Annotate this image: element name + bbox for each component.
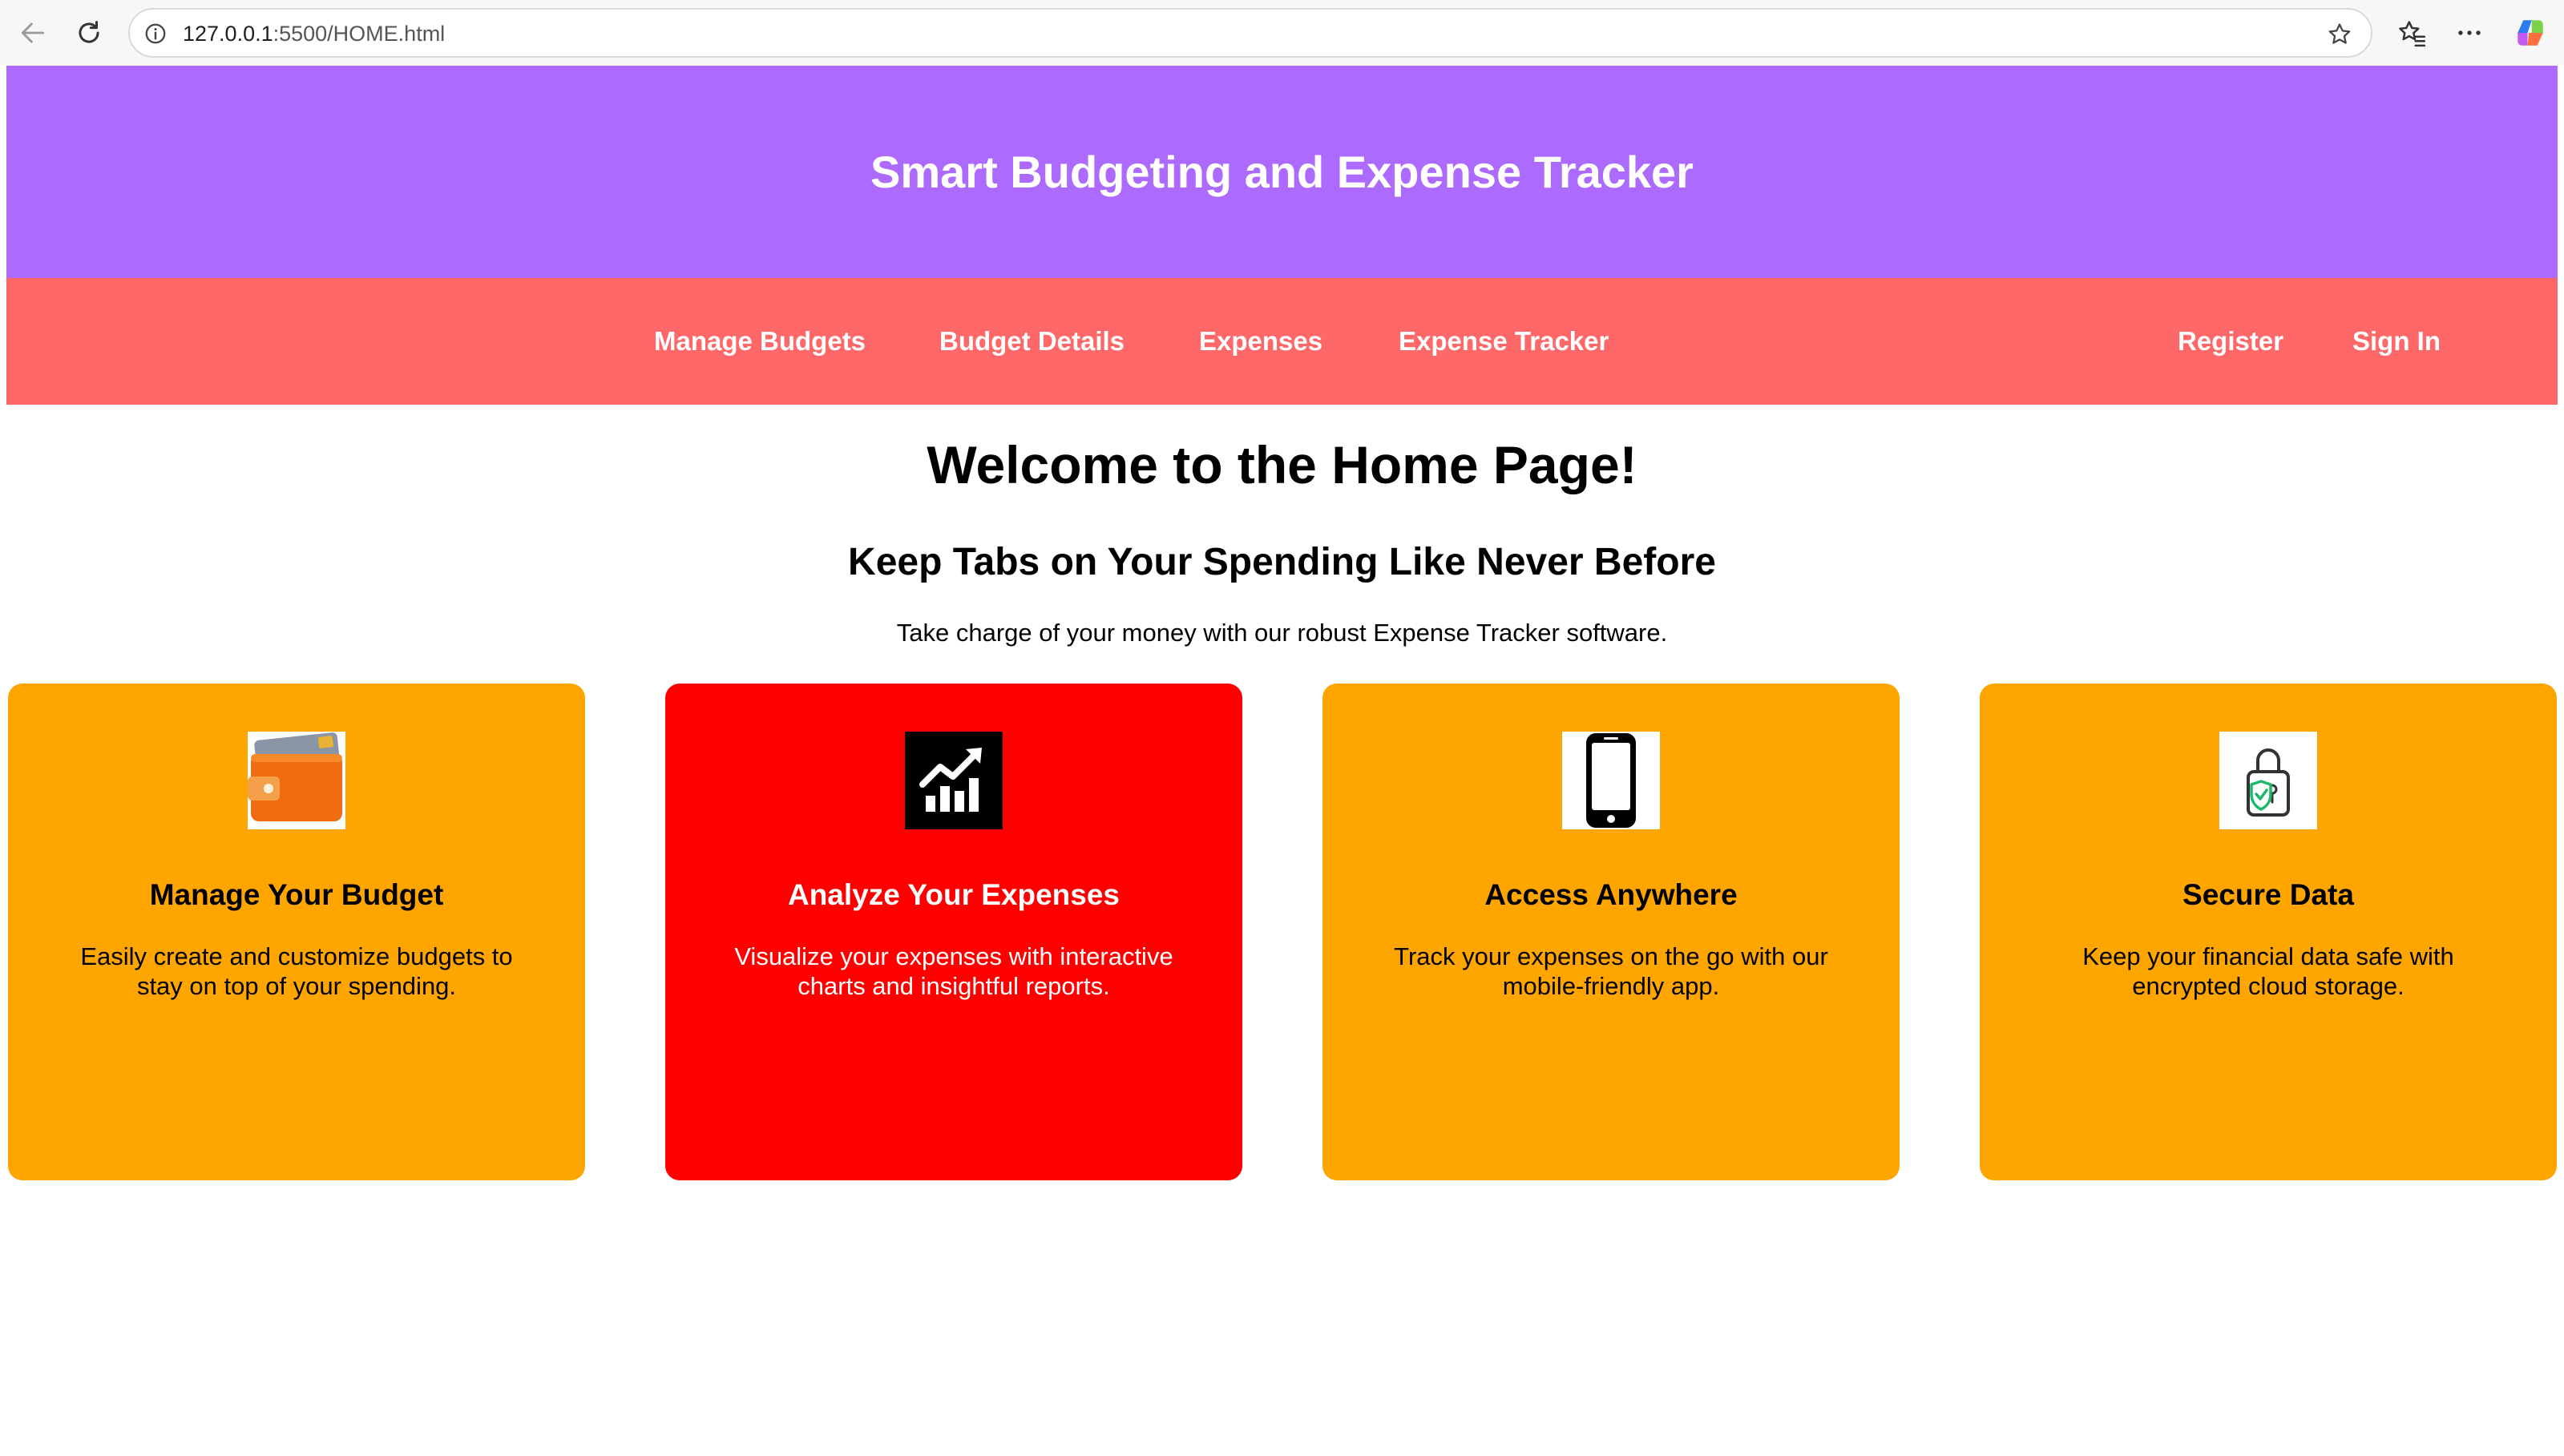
back-arrow-icon[interactable] — [14, 14, 51, 51]
feature-card-secure-data: Secure Data Keep your financial data saf… — [1980, 684, 2557, 1180]
nav-link-register[interactable]: Register — [2178, 278, 2283, 405]
feature-card-title: Manage Your Budget — [149, 878, 444, 911]
copilot-icon[interactable] — [2512, 14, 2549, 51]
main-nav: Manage Budgets Budget Details Expenses E… — [6, 278, 2558, 405]
feature-card-text: Easily create and customize budgets to s… — [80, 942, 513, 1000]
page-heading: Welcome to the Home Page! — [927, 435, 1637, 494]
url-host: 127.0.0.1 — [183, 22, 273, 46]
nav-link-sign-in[interactable]: Sign In — [2352, 278, 2441, 405]
padlock-icon — [2219, 732, 2317, 829]
feature-card-title: Analyze Your Expenses — [787, 878, 1120, 911]
chart-icon — [905, 732, 1003, 829]
more-options-icon[interactable] — [2451, 14, 2488, 51]
page-tagline: Take charge of your money with our robus… — [896, 619, 1668, 647]
feature-card-manage-budget: Manage Your Budget Easily create and cus… — [8, 684, 585, 1180]
reload-icon[interactable] — [71, 14, 107, 51]
nav-link-expense-tracker[interactable]: Expense Tracker — [1399, 278, 1609, 405]
nav-link-manage-budgets[interactable]: Manage Budgets — [654, 278, 866, 405]
favorites-icon[interactable] — [2393, 14, 2430, 51]
feature-card-access-anywhere: Access Anywhere Track your expenses on t… — [1322, 684, 1900, 1180]
page-viewport: Smart Budgeting and Expense Tracker Mana… — [6, 66, 2558, 1456]
site-header: Smart Budgeting and Expense Tracker — [6, 66, 2558, 278]
nav-link-expenses[interactable]: Expenses — [1199, 278, 1322, 405]
feature-card-analyze-expenses: Analyze Your Expenses Visualize your exp… — [665, 684, 1242, 1180]
feature-card-text: Visualize your expenses with interactive… — [734, 942, 1173, 1000]
feature-card-title: Access Anywhere — [1484, 878, 1738, 911]
url-text[interactable]: 127.0.0.1:5500/HOME.html — [183, 22, 445, 46]
nav-link-budget-details[interactable]: Budget Details — [939, 278, 1125, 405]
page-subheading: Keep Tabs on Your Spending Like Never Be… — [848, 541, 1716, 583]
smartphone-icon — [1562, 732, 1660, 829]
feature-card-title: Secure Data — [2182, 878, 2354, 911]
url-path: :5500/HOME.html — [273, 22, 446, 46]
address-bar[interactable]: 127.0.0.1:5500/HOME.html — [128, 8, 2372, 58]
site-title: Smart Budgeting and Expense Tracker — [870, 147, 1694, 197]
browser-toolbar: 127.0.0.1:5500/HOME.html — [0, 0, 2564, 66]
site-info-icon[interactable] — [141, 19, 170, 48]
feature-card-text: Track your expenses on the go with our m… — [1394, 942, 1828, 1000]
star-outline-icon[interactable] — [2324, 19, 2355, 50]
wallet-icon — [248, 732, 345, 829]
feature-card-text: Keep your financial data safe with encry… — [2082, 942, 2454, 1000]
